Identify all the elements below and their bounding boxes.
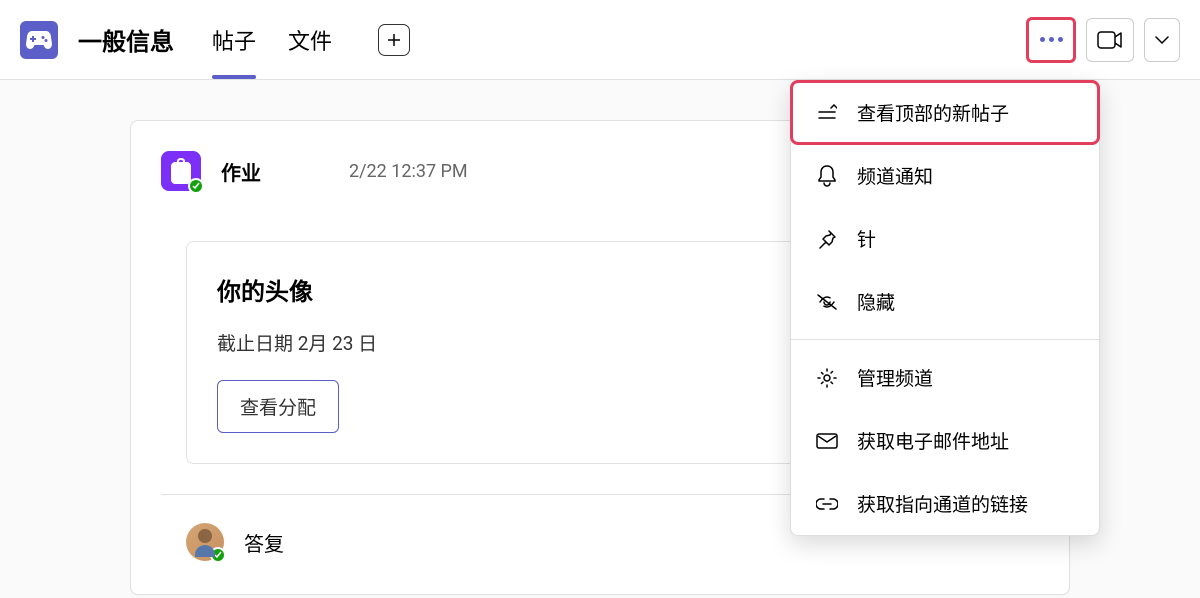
sort-icon bbox=[815, 101, 839, 125]
menu-item-label: 针 bbox=[857, 225, 876, 252]
menu-item-label: 频道通知 bbox=[857, 162, 933, 189]
gear-icon bbox=[815, 366, 839, 390]
more-options-menu: 查看顶部的新帖子 频道通知 针 隐藏 管理频道 获取电子邮件地址 获取 bbox=[790, 80, 1100, 536]
dots-icon bbox=[1040, 37, 1063, 42]
channel-avatar bbox=[20, 21, 58, 59]
menu-item-hide[interactable]: 隐藏 bbox=[791, 270, 1099, 333]
video-call-button[interactable] bbox=[1086, 18, 1134, 62]
menu-item-label: 隐藏 bbox=[857, 288, 895, 315]
menu-item-get-email[interactable]: 获取电子邮件地址 bbox=[791, 409, 1099, 472]
menu-item-manage-channel[interactable]: 管理频道 bbox=[791, 346, 1099, 409]
menu-item-label: 获取电子邮件地址 bbox=[857, 427, 1009, 454]
chevron-down-icon bbox=[1155, 36, 1169, 44]
more-options-button[interactable] bbox=[1030, 21, 1072, 59]
pin-icon bbox=[815, 227, 839, 251]
presence-badge-available bbox=[210, 547, 226, 563]
plus-icon bbox=[386, 32, 402, 48]
more-button-highlight bbox=[1026, 17, 1076, 63]
link-icon bbox=[815, 492, 839, 516]
reply-button[interactable]: 答复 bbox=[244, 528, 284, 557]
menu-divider bbox=[791, 339, 1099, 340]
tabs-container: 帖子 文件 bbox=[196, 0, 410, 79]
post-author: 作业 bbox=[221, 157, 261, 186]
assignment-avatar bbox=[161, 151, 201, 191]
menu-item-view-new-posts[interactable]: 查看顶部的新帖子 bbox=[790, 80, 1100, 145]
post-timestamp: 2/22 12:37 PM bbox=[349, 161, 468, 182]
hide-icon bbox=[815, 290, 839, 314]
menu-item-channel-notifications[interactable]: 频道通知 bbox=[791, 144, 1099, 207]
menu-item-pin[interactable]: 针 bbox=[791, 207, 1099, 270]
view-assignment-button[interactable]: 查看分配 bbox=[217, 380, 339, 433]
tab-posts[interactable]: 帖子 bbox=[196, 0, 272, 79]
expand-button[interactable] bbox=[1144, 18, 1180, 62]
video-icon bbox=[1097, 31, 1123, 49]
user-avatar bbox=[186, 523, 224, 561]
menu-item-label: 查看顶部的新帖子 bbox=[857, 99, 1009, 126]
menu-item-get-link[interactable]: 获取指向通道的链接 bbox=[791, 472, 1099, 535]
menu-item-label: 获取指向通道的链接 bbox=[857, 490, 1028, 517]
tab-files[interactable]: 文件 bbox=[272, 0, 348, 79]
presence-badge-available bbox=[188, 178, 204, 194]
add-tab-button[interactable] bbox=[378, 24, 410, 56]
channel-title: 一般信息 bbox=[78, 22, 174, 57]
mail-icon bbox=[815, 429, 839, 453]
header-bar: 一般信息 帖子 文件 bbox=[0, 0, 1200, 80]
menu-item-label: 管理频道 bbox=[857, 364, 933, 391]
game-controller-icon bbox=[26, 31, 52, 49]
bell-icon bbox=[815, 164, 839, 188]
